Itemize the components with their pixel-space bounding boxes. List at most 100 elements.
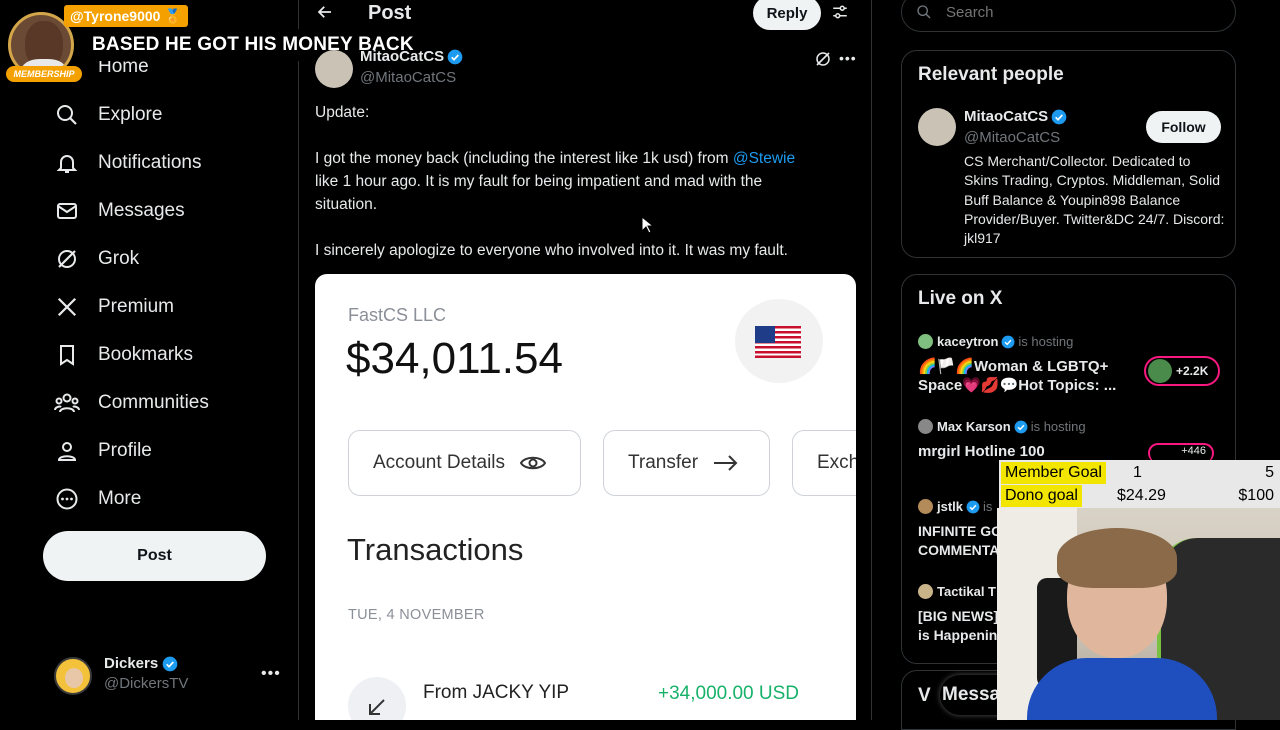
transfer-button[interactable]: Transfer [603, 430, 770, 496]
search-icon [916, 4, 932, 20]
us-flag-icon [735, 299, 823, 383]
company-name: FastCS LLC [348, 305, 447, 325]
post-button[interactable]: Post [43, 531, 266, 581]
mention-link[interactable]: @Stewie [733, 150, 795, 167]
host-avatar [918, 334, 933, 349]
person-avatar[interactable] [918, 108, 956, 146]
exchange-button[interactable]: Exch [792, 430, 856, 496]
grok-explain-icon[interactable] [814, 50, 832, 68]
verified-icon [1001, 335, 1015, 349]
nav-explore[interactable]: Explore [54, 95, 162, 135]
live-item[interactable]: kaceytron is hosting 🌈🏳️🌈Woman & LGBTQ+ … [918, 332, 1228, 395]
account-switcher[interactable]: Dickers @DickersTV ••• [54, 655, 284, 695]
account-handle: @DickersTV [104, 675, 189, 692]
host-avatar [918, 584, 933, 599]
avatar [54, 657, 92, 695]
page-title: Post [368, 2, 412, 24]
transaction-amount: +34,000.00 USD [658, 683, 800, 704]
nav-profile[interactable]: Profile [54, 431, 152, 471]
host-name: kaceytron [937, 334, 999, 349]
chatter-username: @Tyrone9000 🏅 [64, 5, 188, 27]
more-circle-icon [54, 486, 80, 512]
search-input[interactable] [946, 3, 1196, 21]
eye-icon [519, 453, 547, 473]
back-arrow-icon[interactable] [316, 3, 334, 21]
search-box[interactable] [901, 0, 1236, 32]
membership-badge: MEMBERSHIP [6, 66, 82, 82]
dono-goal-label: Dono goal [1001, 485, 1082, 507]
tweet-body: I got the money back (including the inte… [315, 147, 835, 216]
host-name: Max Karson [937, 419, 1011, 434]
nav-grok[interactable]: Grok [54, 239, 139, 279]
medal-icon: 🏅 [164, 8, 182, 24]
account-name: Dickers [104, 655, 159, 672]
nav-premium[interactable]: Premium [54, 287, 174, 327]
search-icon [54, 102, 80, 128]
person-handle: @MitaoCatCS [964, 129, 1061, 146]
member-goal-target: 5 [1265, 464, 1274, 481]
incoming-arrow-icon [348, 677, 406, 720]
tweet-text-part1: I got the money back (including the inte… [315, 150, 733, 167]
nav-more-label: More [98, 488, 142, 509]
nav-notifications[interactable]: Notifications [54, 143, 202, 183]
nav-bookmarks[interactable]: Bookmarks [54, 335, 193, 375]
transactions-heading: Transactions [347, 532, 524, 567]
exchange-label: Exch [817, 452, 856, 473]
account-balance: $34,011.54 [346, 334, 563, 383]
mail-icon [54, 198, 80, 224]
tweet-text-part2: like 1 hour ago. It is my fault for bein… [315, 173, 763, 190]
listener-count: +2.2K [1176, 364, 1209, 378]
left-navigation: Home Explore Notifications Messages Grok… [0, 0, 299, 720]
follow-button[interactable]: Follow [1146, 111, 1221, 143]
account-more-icon[interactable]: ••• [261, 665, 281, 683]
hosting-status: is hosting [1018, 334, 1074, 349]
verified-icon [1051, 109, 1067, 125]
verified-icon [966, 500, 980, 514]
reply-button[interactable]: Reply [753, 0, 821, 30]
author-name-row[interactable]: MitaoCatCS [360, 48, 463, 65]
post-detail-column: Post Reply MitaoCatCS @MitaoCatCS ••• Up… [300, 0, 872, 720]
nav-premium-label: Premium [98, 296, 175, 317]
nav-messages[interactable]: Messages [54, 191, 185, 231]
mouse-cursor-icon [641, 216, 653, 234]
tweet-text-part3: situation. [315, 196, 378, 213]
account-details-button[interactable]: Account Details [348, 430, 581, 496]
person-bio: CS Merchant/Collector. Dedicated to Skin… [964, 153, 1225, 247]
author-handle: @MitaoCatCS [360, 69, 457, 86]
settings-sliders-icon[interactable] [831, 3, 849, 21]
host-name: jstlk [937, 499, 964, 514]
hosting-status: is [983, 499, 993, 514]
live-title: Live on X [918, 288, 1003, 309]
streamer-shirt [1027, 658, 1217, 720]
live-item[interactable]: Max Karson is hosting mrgirl Hotline 100… [918, 417, 1228, 463]
profile-icon [54, 438, 80, 464]
nav-more[interactable]: More [54, 479, 141, 519]
transfer-label: Transfer [628, 452, 699, 473]
streamer-webcam [997, 508, 1280, 720]
stream-goals-overlay: Member Goal 1 5 Dono goal $24.29 $100 [999, 460, 1280, 508]
person-name: MitaoCatCS [964, 108, 1049, 125]
grok-icon [54, 246, 80, 272]
dono-goal-current: $24.29 [1117, 487, 1166, 504]
nav-profile-label: Profile [98, 440, 152, 461]
hosting-status: is hosting [1030, 419, 1086, 434]
nav-communities-label: Communities [98, 392, 209, 413]
nav-communities[interactable]: Communities [54, 383, 209, 423]
post-image-bank-screenshot[interactable]: FastCS LLC $34,011.54 Account Details Tr… [315, 274, 856, 720]
bell-icon [54, 150, 80, 176]
arrow-right-icon [712, 453, 740, 473]
host-avatar [918, 419, 933, 434]
verified-icon [162, 656, 178, 672]
post-more-icon[interactable]: ••• [839, 50, 857, 66]
nav-explore-label: Explore [98, 104, 163, 125]
verified-icon [1014, 420, 1028, 434]
listener-avatar [1148, 359, 1172, 383]
listener-count-pill: +2.2K [1144, 356, 1220, 386]
author-avatar[interactable] [315, 50, 353, 88]
person-name-row[interactable]: MitaoCatCS [964, 108, 1067, 125]
messages-drawer-label: Messa [942, 684, 1001, 705]
relevant-people-title: Relevant people [918, 64, 1064, 85]
streamer-hair [1057, 528, 1177, 588]
dono-goal-target: $100 [1238, 487, 1274, 504]
transaction-from: From JACKY YIP [423, 682, 570, 703]
